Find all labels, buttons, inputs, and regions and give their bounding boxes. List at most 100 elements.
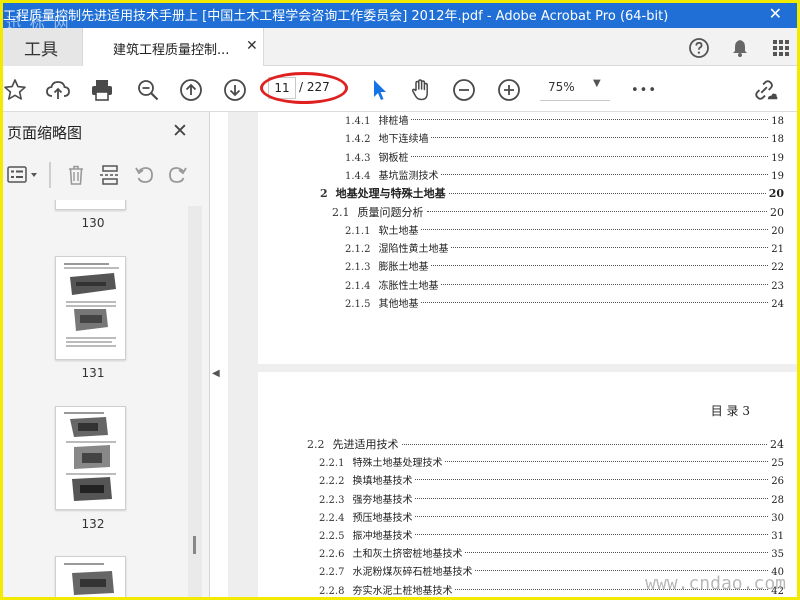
toc-title: 先进适用技术	[332, 438, 399, 451]
panel-title: 页面缩略图	[7, 124, 83, 142]
toc-number: 2.1.3	[345, 262, 371, 274]
toc-leader-dots	[448, 192, 766, 194]
toc-entry[interactable]: 2.2.6 土和灰土挤密桩地基技术 35	[319, 545, 784, 560]
toc-page-number: 22	[771, 262, 784, 274]
zoom-underline	[540, 100, 610, 101]
toc-entry[interactable]: 1.4.4 基坑监测技术 19	[345, 167, 784, 182]
toc-leader-dots	[415, 515, 769, 517]
toc-leader-dots	[441, 283, 769, 285]
toc-title: 其他地基	[378, 299, 419, 310]
toc-page-number: 26	[771, 476, 784, 488]
toolbar-divider	[49, 162, 51, 188]
toc-leader-dots	[441, 173, 769, 175]
toc-title: 基坑监测技术	[378, 170, 439, 182]
document-view[interactable]: 1.4.1 排桩墙 18 1.4.2 地下连续墙 18 1.4.3 钢板桩 19 1.4.4 基坑监…	[228, 112, 800, 600]
toc-entry[interactable]: 2.2.2 换填地基技术 26	[319, 472, 784, 487]
toc-leader-dots	[415, 534, 769, 535]
toc-entry[interactable]: 2.2.5 振冲地基技术 31	[319, 527, 784, 542]
trash-icon[interactable]	[64, 164, 88, 186]
upload-cloud-icon[interactable]	[45, 77, 71, 103]
zoom-out-magnifier-icon[interactable]	[135, 77, 161, 103]
toc-title: 水泥粉煤灰碎石桩地基技术	[352, 567, 473, 579]
tab-tools[interactable]: 工具	[0, 28, 82, 66]
plus-circle-icon[interactable]	[496, 77, 522, 103]
toc-entry[interactable]: 2.2.3 强夯地基技术 28	[319, 491, 784, 506]
thumbnail-page[interactable]	[55, 200, 126, 210]
options-menu-icon[interactable]	[6, 164, 42, 186]
zoom-level[interactable]: 75%	[548, 80, 575, 94]
apps-grid-icon[interactable]	[770, 37, 792, 59]
toc-number: 1.4.4	[345, 170, 371, 182]
help-icon[interactable]	[688, 37, 710, 59]
toc-entry[interactable]: 2.1 质量问题分析 20	[332, 204, 784, 220]
toc-page-number: 28	[771, 494, 784, 506]
toc-entry[interactable]: 1.4.1 排桩墙 18	[345, 112, 784, 127]
toc-page-number: 24	[771, 299, 784, 310]
toc-entry[interactable]: 2.2 先进适用技术 24	[307, 436, 784, 452]
tab-document[interactable]: 建筑工程质量控制... ✕	[82, 28, 264, 67]
print-icon[interactable]	[89, 77, 115, 103]
toc-entry[interactable]: 2 地基处理与特殊土地基 20	[320, 185, 784, 201]
toc-entry[interactable]: 2.2.4 预压地基技术 30	[319, 509, 784, 524]
toc-number: 2.1	[332, 205, 350, 219]
extract-pages-icon[interactable]	[98, 164, 122, 186]
toc-entry[interactable]: 2.1.1 软土地基 20	[345, 222, 784, 237]
toc-number: 2.2	[307, 438, 325, 451]
thumbnail-label: 131	[81, 366, 105, 380]
toc-entry[interactable]: 2.1.5 其他地基 24	[345, 295, 784, 310]
toc-title: 排桩墙	[378, 116, 409, 127]
toc-leader-dots	[415, 479, 769, 481]
toc-leader-dots	[451, 247, 769, 249]
rotate-left-icon[interactable]	[132, 164, 156, 186]
toc-number: 2.2.1	[319, 458, 345, 470]
toc-title: 膨胀土地基	[378, 262, 429, 274]
site-watermark: www.cndao.com	[645, 573, 786, 594]
toc-number: 1.4.3	[345, 152, 371, 164]
toc-leader-dots	[421, 228, 769, 230]
toc-leader-dots	[465, 552, 769, 554]
page-down-icon[interactable]	[222, 77, 248, 103]
toc-page-number: 30	[771, 512, 784, 524]
thumbnails-scrollbar[interactable]	[188, 206, 202, 600]
page-up-icon[interactable]	[178, 77, 204, 103]
rotate-right-icon[interactable]	[166, 164, 190, 186]
toc-entry[interactable]: 1.4.2 地下连续墙 18	[345, 130, 784, 145]
more-tools-button[interactable]: •••	[631, 77, 657, 103]
hand-icon[interactable]	[408, 77, 434, 103]
share-link-icon[interactable]	[752, 77, 778, 103]
tab-tools-label: 工具	[24, 39, 58, 60]
toc-page-number: 18	[771, 134, 784, 146]
pdf-page: 目 录 3 2.2 先进适用技术 24 2.2.1 特殊土地基处理技术 25 2.2.2 换填…	[258, 372, 800, 600]
tab-close-icon[interactable]: ✕	[246, 38, 258, 54]
toc-page-number: 31	[771, 531, 784, 542]
toc-entry[interactable]: 2.2.1 特殊土地基处理技术 25	[319, 454, 784, 469]
thumbnail-label: 130	[81, 216, 105, 230]
toc-number: 2.2.6	[319, 549, 345, 561]
scrollbar-grip[interactable]	[193, 536, 196, 554]
toc-page-number: 35	[771, 549, 784, 561]
collapse-panel-icon[interactable]: ◀	[212, 368, 220, 379]
toc-leader-dots	[426, 211, 767, 212]
window-title: 工程质量控制先进适用技术手册上 [中国土木工程学会咨询工作委员会] 2012年.…	[3, 9, 669, 24]
toc-entry[interactable]: 2.1.4 冻胀性土地基 23	[345, 277, 784, 292]
toc-title: 地基处理与特殊土地基	[335, 187, 446, 201]
toc-title: 软土地基	[378, 225, 419, 237]
toc-entry[interactable]: 1.4.3 钢板桩 19	[345, 149, 784, 164]
star-icon[interactable]	[2, 77, 28, 103]
minus-circle-icon[interactable]	[451, 77, 477, 103]
toc-leader-dots	[415, 497, 769, 499]
bell-icon[interactable]	[729, 37, 751, 59]
toc-number: 1.4.1	[345, 116, 371, 127]
toc-page-number: 20	[768, 187, 784, 201]
toc-entry[interactable]: 2.1.3 膨胀土地基 22	[345, 258, 784, 273]
panel-close-button[interactable]: ✕	[172, 120, 188, 142]
select-cursor-icon[interactable]	[366, 77, 392, 103]
thumbnail-page[interactable]	[55, 556, 126, 600]
window-close-button[interactable]: ✕	[769, 4, 782, 23]
thumbnail-page[interactable]	[55, 406, 126, 510]
toc-number: 2.2.2	[319, 476, 345, 488]
zoom-dropdown-icon[interactable]: ▼	[593, 78, 601, 89]
toc-entry[interactable]: 2.1.2 湿陷性黄土地基 21	[345, 240, 784, 255]
toc-title: 钢板桩	[378, 152, 409, 164]
thumbnail-page[interactable]	[55, 256, 126, 360]
